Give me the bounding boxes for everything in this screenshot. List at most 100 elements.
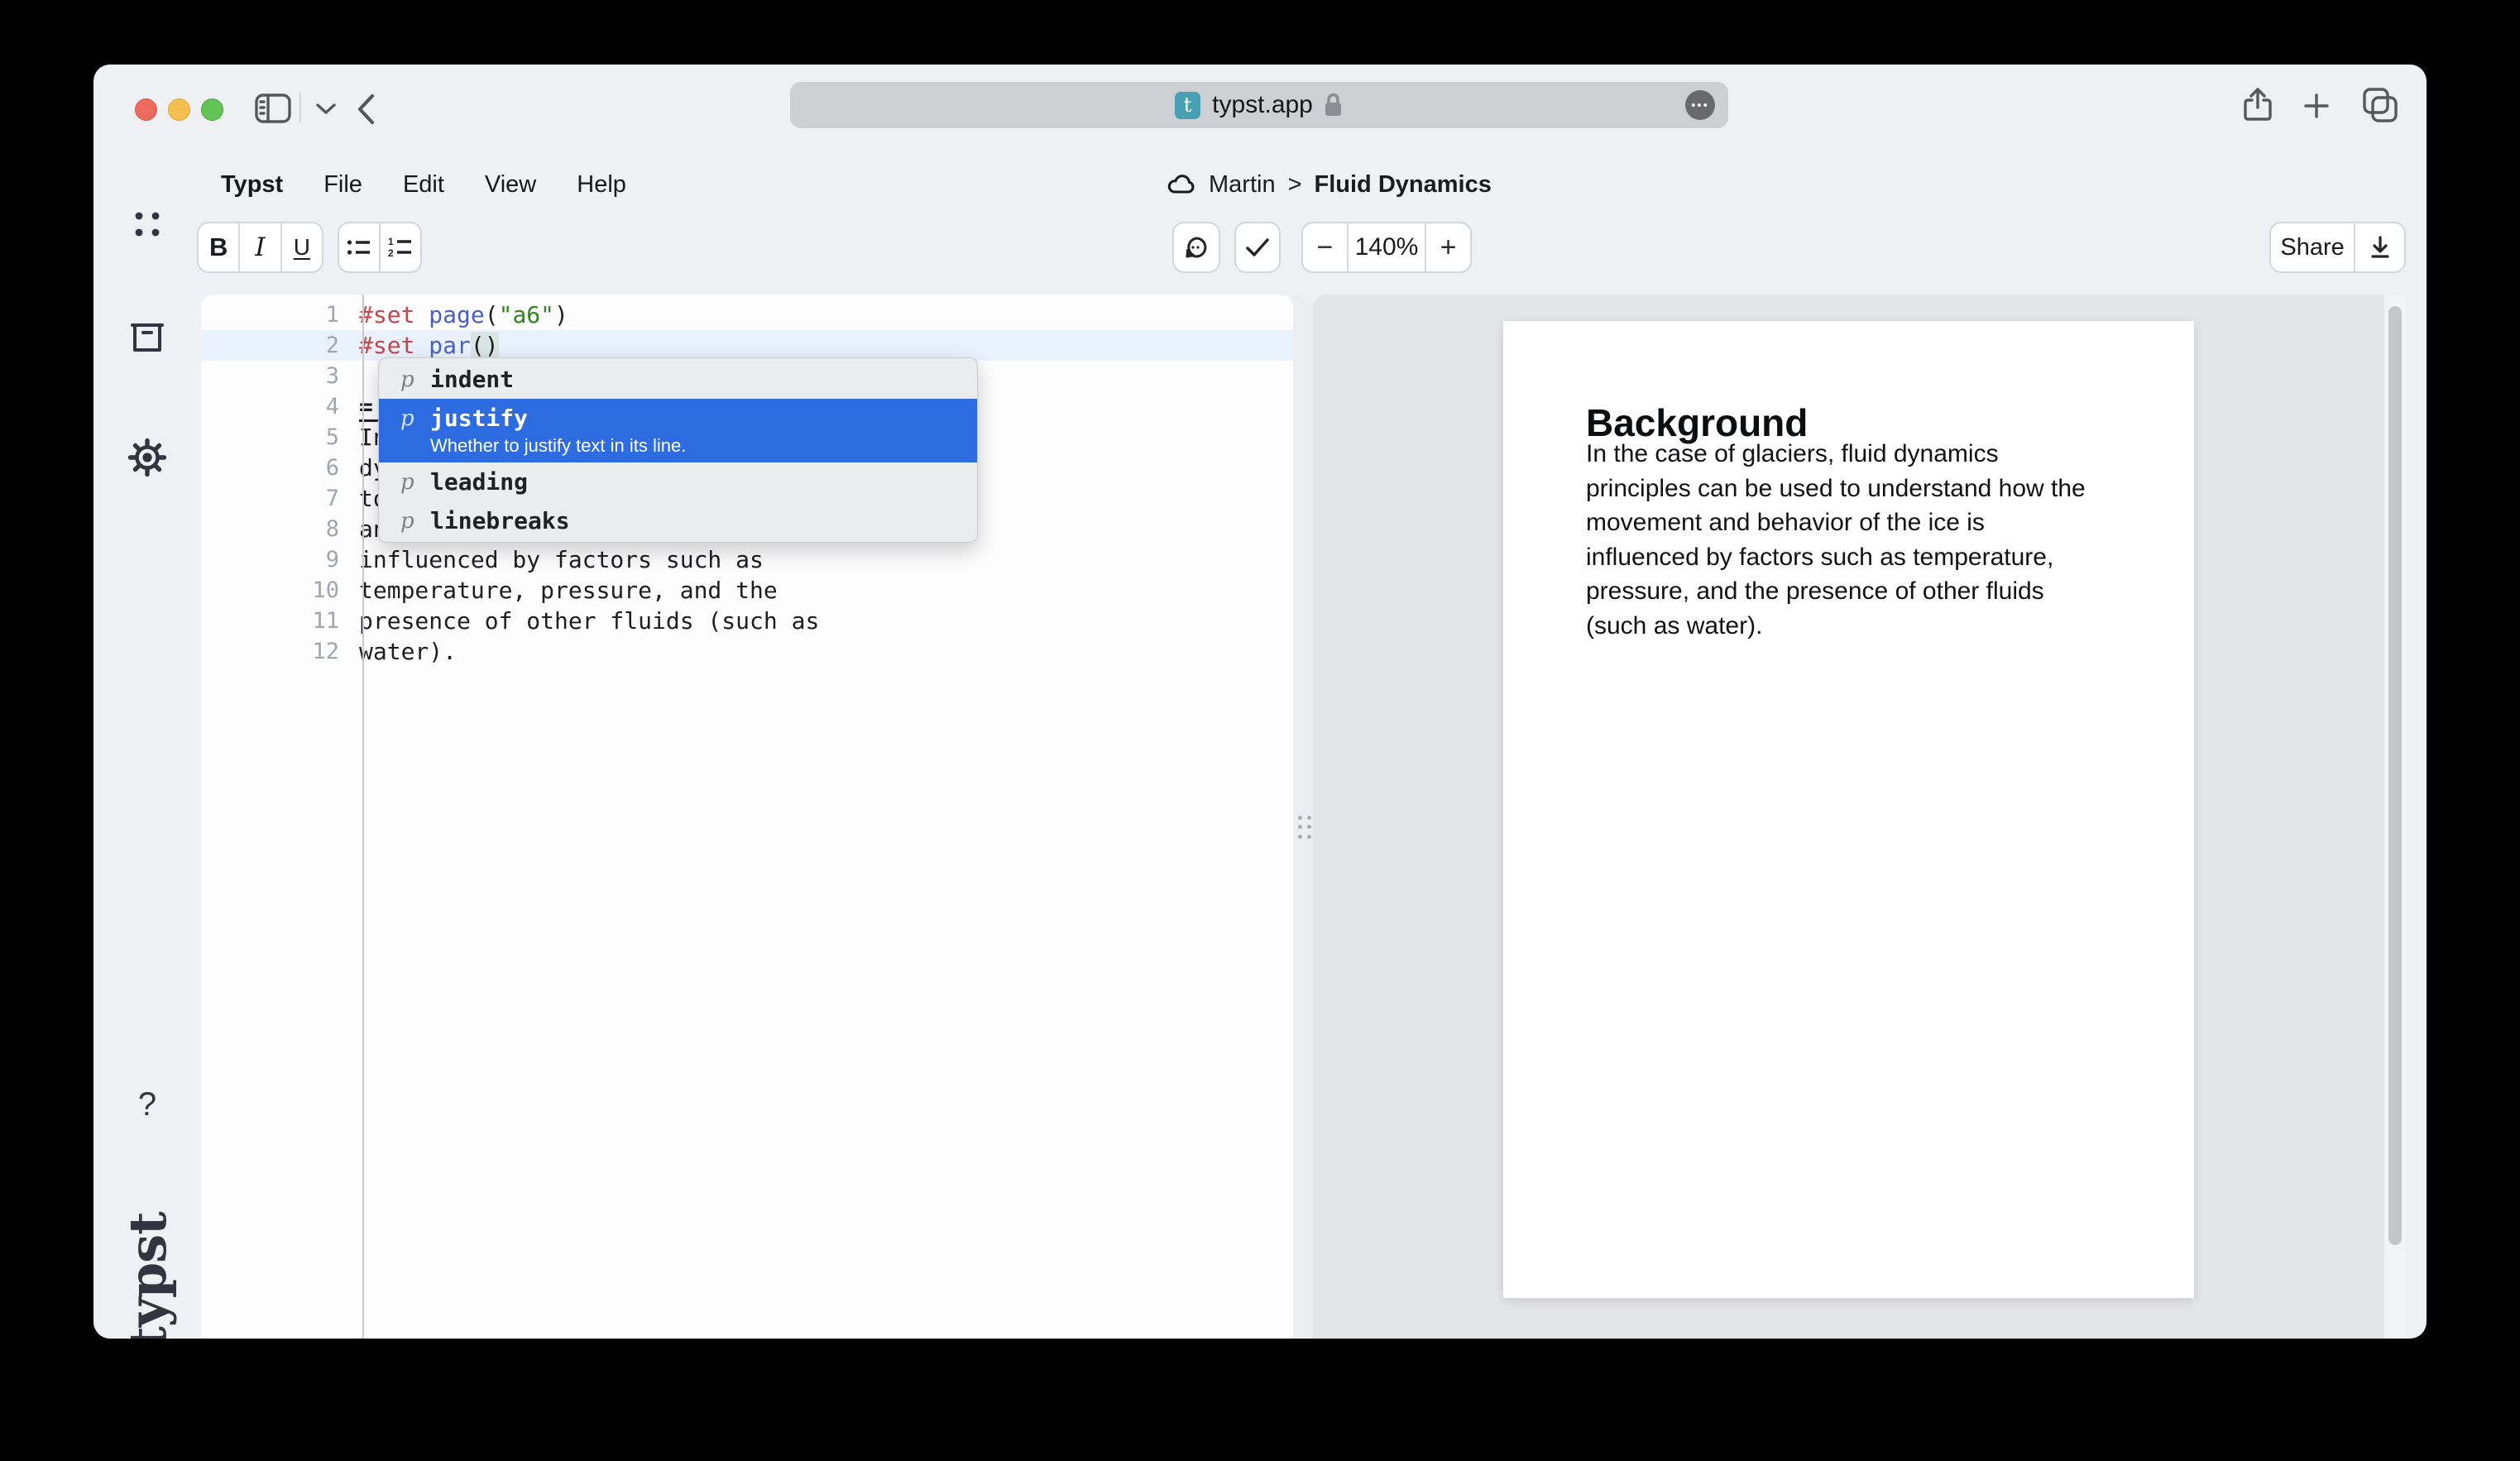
paragraph-line: In the case of glaciers, fluid dynamics <box>1586 437 2132 472</box>
line-number: 1 <box>201 302 351 328</box>
zoom-in-button[interactable]: + <box>1425 223 1470 271</box>
share-group: Share <box>2269 222 2406 273</box>
app-menu-bar: Typst File Edit View Help <box>221 161 626 208</box>
gear-icon <box>128 438 166 477</box>
menu-item-help[interactable]: Help <box>577 171 626 199</box>
code-text: #set page("a6") <box>351 301 568 328</box>
apps-grid-button[interactable] <box>93 210 201 238</box>
zoom-level[interactable]: 140% <box>1347 223 1425 271</box>
bullet-list-button[interactable] <box>339 223 379 271</box>
line-number: 2 <box>201 333 351 358</box>
preview-scrollbar[interactable] <box>2384 295 2406 1339</box>
menu-item-typst[interactable]: Typst <box>221 171 283 199</box>
code-line[interactable]: 11presence of other fluids (such as <box>201 606 1293 636</box>
screen-background: t typst.app ••• Typst File Edit View Help <box>0 0 2520 1461</box>
autocomplete-item-justify[interactable]: pjustify Whether to justify text in its l… <box>379 399 977 462</box>
close-button[interactable] <box>135 98 157 121</box>
text-format-group: B I U <box>197 222 323 273</box>
underline-button[interactable]: U <box>280 223 322 271</box>
breadcrumb-workspace[interactable]: Martin <box>1209 171 1276 199</box>
zoom-button[interactable] <box>201 98 223 121</box>
gutter-divider <box>362 295 364 1339</box>
code-line[interactable]: 10temperature, pressure, and the <box>201 575 1293 606</box>
comment-icon <box>1185 236 1208 259</box>
line-number: 6 <box>201 455 351 481</box>
settings-button[interactable] <box>93 438 201 477</box>
preview-scrollbar-thumb[interactable] <box>2388 306 2402 1245</box>
share-button[interactable]: Share <box>2271 223 2354 271</box>
breadcrumb-separator: > <box>1288 171 1302 199</box>
numbered-list-button[interactable]: 1 2 <box>379 223 420 271</box>
param-kind-icon: p <box>400 509 430 534</box>
zoom-out-button[interactable]: − <box>1303 223 1347 271</box>
pane-divider[interactable] <box>1293 295 1313 1339</box>
share-icon[interactable] <box>2240 86 2278 124</box>
autocomplete-item-indent[interactable]: pindent <box>379 360 977 399</box>
comment-button-group <box>1172 222 1220 273</box>
breadcrumb-document: Fluid Dynamics <box>1315 171 1492 199</box>
line-number: 12 <box>201 639 351 664</box>
cloud-icon <box>1167 174 1196 195</box>
bold-button[interactable]: B <box>199 223 238 271</box>
param-kind-icon: p <box>400 367 430 392</box>
autocomplete-popup: pindentpjustifyWhether to justify text i… <box>378 357 978 543</box>
download-button[interactable] <box>2354 223 2404 271</box>
line-number: 3 <box>201 363 351 389</box>
line-number: 9 <box>201 547 351 572</box>
svg-text:2: 2 <box>388 247 394 258</box>
code-line[interactable]: 9influenced by factors such as <box>201 544 1293 575</box>
check-button[interactable] <box>1236 223 1279 271</box>
autocomplete-description: Whether to justify text in its line. <box>430 435 686 457</box>
autocomplete-label: leading <box>430 468 528 496</box>
download-icon <box>2369 236 2391 259</box>
zoom-control-group: − 140% + <box>1301 222 1472 273</box>
menu-item-view[interactable]: View <box>485 171 536 199</box>
help-button[interactable]: ? <box>93 1086 201 1123</box>
back-icon[interactable] <box>357 93 376 125</box>
numbered-list-icon: 1 2 <box>388 237 413 258</box>
files-button[interactable] <box>93 321 201 354</box>
paragraph-line: (such as water). <box>1586 609 2132 644</box>
minimize-button[interactable] <box>168 98 190 121</box>
code-text: #set par() <box>351 332 499 359</box>
svg-text:1: 1 <box>388 237 394 247</box>
preview-pane: Background In the case of glaciers, flui… <box>1313 295 2406 1339</box>
code-text: water). <box>351 638 457 665</box>
italic-button[interactable]: I <box>238 223 280 271</box>
code-line[interactable]: 1#set page("a6") <box>201 299 1293 330</box>
autocomplete-item-leading[interactable]: pleading <box>379 462 977 501</box>
line-number: 5 <box>201 424 351 450</box>
check-button-group <box>1234 222 1281 273</box>
autocomplete-label: linebreaks <box>430 507 570 534</box>
line-number: 11 <box>201 608 351 634</box>
new-tab-icon[interactable] <box>2304 93 2329 118</box>
code-text: temperature, pressure, and the <box>351 577 778 604</box>
chevron-down-icon[interactable] <box>315 103 337 116</box>
line-number: 8 <box>201 516 351 542</box>
paragraph-line: influenced by factors such as temperatur… <box>1586 540 2132 575</box>
paragraph-line: movement and behavior of the ice is <box>1586 505 2132 540</box>
url-text: typst.app <box>1212 91 1313 119</box>
autocomplete-item-linebreaks[interactable]: plinebreaks <box>379 501 977 540</box>
param-kind-icon: p <box>400 406 430 431</box>
typst-logo: typst <box>93 1186 201 1339</box>
autocomplete-label: justify <box>430 405 686 432</box>
code-text: influenced by factors such as <box>351 546 764 573</box>
comment-button[interactable] <box>1174 223 1219 271</box>
check-icon <box>1245 237 1270 257</box>
breadcrumb: Martin > Fluid Dynamics <box>1167 161 1492 208</box>
drag-handle-icon[interactable] <box>1298 816 1309 839</box>
code-line[interactable]: 2#set par() <box>201 330 1293 361</box>
sidebar-toggle-icon[interactable] <box>255 93 291 124</box>
code-line[interactable]: 12water). <box>201 636 1293 667</box>
code-text: presence of other fluids (such as <box>351 607 819 635</box>
address-bar[interactable]: t typst.app ••• <box>790 82 1728 128</box>
chrome-divider <box>299 93 301 122</box>
line-number: 7 <box>201 486 351 511</box>
page-settings-button[interactable]: ••• <box>1685 90 1715 120</box>
menu-item-edit[interactable]: Edit <box>403 171 444 199</box>
tab-overview-icon[interactable] <box>2361 86 2399 124</box>
browser-window: t typst.app ••• Typst File Edit View Help <box>93 65 2427 1339</box>
menu-item-file[interactable]: File <box>323 171 362 199</box>
list-format-group: 1 2 <box>338 222 422 273</box>
